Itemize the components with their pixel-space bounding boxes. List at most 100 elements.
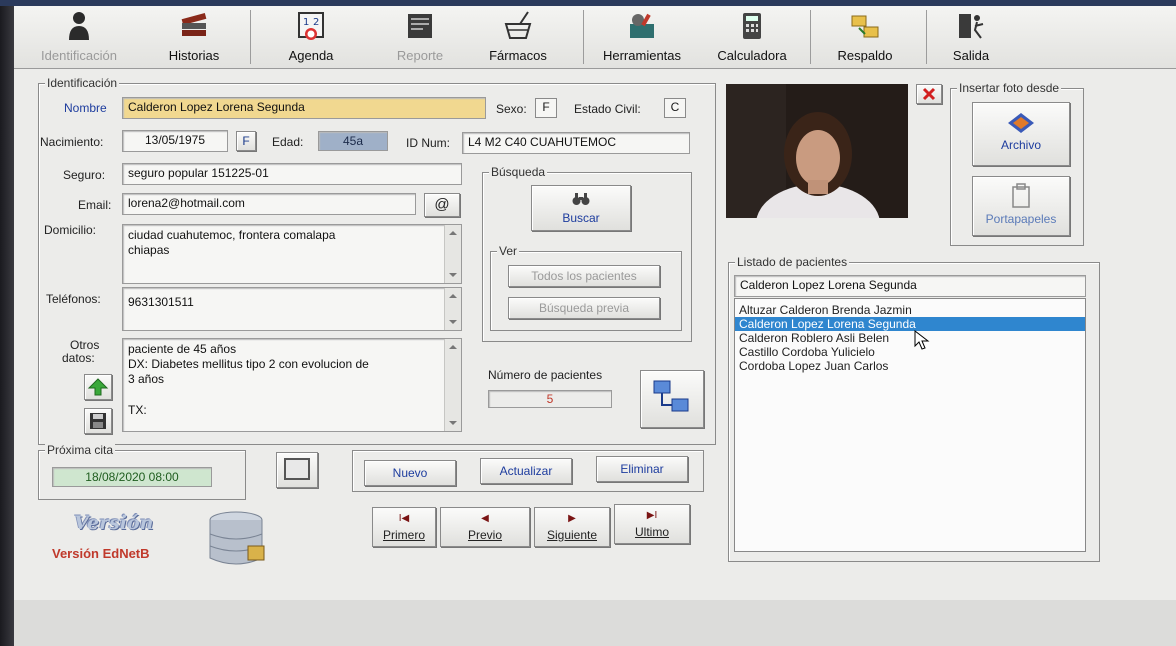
next-arrow-icon: ▶	[568, 513, 576, 524]
group-title: Identificación	[45, 76, 120, 90]
idnum-field[interactable]: L4 M2 C40 CUAHUTEMOC	[462, 132, 690, 154]
binoculars-icon	[572, 193, 590, 205]
mouse-cursor-icon	[914, 330, 930, 350]
toolbar-agenda-button[interactable]: 1 2 Agenda	[266, 6, 356, 68]
list-item[interactable]: Castillo Cordoba Yulicielo	[735, 345, 1085, 359]
patient-portrait-image	[726, 84, 908, 218]
telefonos-label: Teléfonos:	[46, 292, 101, 306]
actualizar-button[interactable]: Actualizar	[480, 458, 572, 484]
domicilio-line: ciudad cuahutemoc, frontera comalapa	[128, 228, 336, 242]
nacimiento-field[interactable]: 13/05/1975	[122, 130, 228, 152]
toolbar-historias-button[interactable]: Historias	[149, 6, 239, 68]
toolbar-separator	[810, 10, 811, 64]
siguiente-button[interactable]: ▶ Siguiente	[534, 507, 610, 547]
listado-search-input[interactable]: Calderon Lopez Lorena Segunda	[734, 275, 1086, 297]
tools-icon	[630, 13, 654, 38]
nombre-label: Nombre	[64, 101, 107, 115]
folders-icon	[851, 15, 879, 38]
calendar-clock-icon: 1 2	[298, 12, 324, 40]
otros-scrollbar[interactable]	[444, 339, 461, 431]
toolbar-label: Fármacos	[489, 48, 547, 63]
domicilio-label: Domicilio:	[44, 223, 97, 237]
screen-icon	[284, 458, 310, 480]
portapapeles-button[interactable]: Portapapeles	[972, 176, 1070, 236]
patient-photo	[726, 84, 908, 218]
toolbar-reporte-button[interactable]: Reporte	[380, 6, 460, 68]
fecha-button[interactable]: F	[236, 131, 256, 151]
primero-button[interactable]: I◀ Primero	[372, 507, 436, 547]
list-item[interactable]: Cordoba Lopez Juan Carlos	[735, 359, 1085, 373]
todos-pacientes-button[interactable]: Todos los pacientes	[508, 265, 660, 287]
green-arrow-up-icon	[87, 378, 109, 396]
exit-door-icon	[959, 14, 984, 39]
telefonos-line: 9631301511	[128, 295, 194, 309]
group-title: Búsqueda	[489, 165, 548, 179]
archivo-button[interactable]: Archivo	[972, 102, 1070, 166]
nuevo-button[interactable]: Nuevo	[364, 460, 456, 486]
sexo-field[interactable]: F	[535, 98, 557, 118]
toolbar-identificacion-button[interactable]: Identificación	[14, 6, 144, 68]
domicilio-scrollbar[interactable]	[444, 225, 461, 283]
remove-photo-button[interactable]	[916, 84, 942, 104]
ver-group: Ver	[490, 244, 682, 331]
upload-button[interactable]	[84, 374, 112, 400]
screen-bezel	[0, 0, 14, 646]
eliminar-button[interactable]: Eliminar	[596, 456, 688, 482]
list-item-selected[interactable]: Calderon Lopez Lorena Segunda	[735, 317, 1085, 331]
toolbar-label: Respaldo	[837, 48, 893, 63]
otros-datos-textarea[interactable]: paciente de 45 años DX: Diabetes mellitu…	[122, 338, 462, 432]
toolbar-farmacos-button[interactable]: Fármacos	[476, 6, 560, 68]
first-arrow-icon: I◀	[398, 513, 410, 524]
buscar-button[interactable]: Buscar	[531, 185, 631, 231]
patient-list[interactable]: Altuzar Calderon Brenda Jazmin Calderon …	[734, 298, 1086, 552]
seguro-label: Seguro:	[63, 168, 106, 182]
report-icon	[408, 14, 432, 38]
toolbar-separator	[250, 10, 251, 64]
otros-label: Otros	[70, 338, 100, 352]
toolbar-herramientas-button[interactable]: Herramientas	[586, 6, 698, 68]
app-window: Identificación Historias 1 2 Agenda Repo…	[0, 0, 1176, 646]
network-button[interactable]	[640, 370, 704, 428]
group-title: Ver	[497, 244, 520, 258]
group-title: Listado de pacientes	[735, 255, 850, 269]
mortar-icon	[504, 11, 532, 39]
toolbar-calculadora-button[interactable]: Calculadora	[702, 6, 802, 68]
toolbar-label: Calculadora	[717, 48, 787, 63]
agendar-button[interactable]	[276, 452, 318, 488]
version-logo: Versión	[74, 512, 154, 534]
list-item[interactable]: Calderon Roblero Asli Belen	[735, 331, 1085, 345]
save-button[interactable]	[84, 408, 112, 434]
database-icon	[209, 511, 265, 565]
otros-line: DX: Diabetes mellitus tipo 2 con evoluci…	[128, 357, 369, 371]
domicilio-textarea[interactable]: ciudad cuahutemoc, frontera comalapa chi…	[122, 224, 462, 284]
group-title: Insertar foto desde	[957, 81, 1062, 95]
estado-civil-label: Estado Civil:	[574, 102, 641, 116]
estado-civil-field[interactable]: C	[664, 98, 686, 118]
group-title: Próxima cita	[45, 443, 116, 457]
ultimo-button[interactable]: ▶I Ultimo	[614, 504, 690, 544]
email-send-button[interactable]: @	[424, 193, 460, 217]
list-item[interactable]: Altuzar Calderon Brenda Jazmin	[735, 303, 1085, 317]
calculator-icon	[743, 13, 761, 39]
telefonos-textarea[interactable]: 9631301511	[122, 287, 462, 331]
toolbar-label: Herramientas	[602, 48, 682, 63]
seguro-field[interactable]: seguro popular 151225-01	[122, 163, 462, 185]
previo-button[interactable]: ◀ Previo	[440, 507, 530, 547]
busqueda-previa-button[interactable]: Búsqueda previa	[508, 297, 660, 319]
floppy-icon	[90, 413, 106, 429]
nombre-field[interactable]: Calderon Lopez Lorena Segunda	[122, 97, 486, 119]
clipboard-icon	[1012, 183, 1030, 208]
email-field[interactable]: lorena2@hotmail.com	[122, 193, 416, 215]
edad-label: Edad:	[272, 135, 304, 149]
toolbar-respaldo-button[interactable]: Respaldo	[820, 6, 910, 68]
toolbar: Identificación Historias 1 2 Agenda Repo…	[14, 6, 1176, 69]
toolbar-label: Reporte	[396, 48, 444, 63]
toolbar-salida-button[interactable]: Salida	[936, 6, 1006, 68]
numero-pacientes-label: Número de pacientes	[488, 368, 603, 382]
screen-bezel-top	[0, 0, 1176, 6]
telefonos-scrollbar[interactable]	[444, 288, 461, 330]
sexo-label: Sexo:	[496, 102, 527, 116]
datos-label: datos:	[62, 351, 95, 365]
previo-label: Previo	[467, 528, 502, 542]
otros-line: paciente de 45 años	[128, 342, 237, 356]
